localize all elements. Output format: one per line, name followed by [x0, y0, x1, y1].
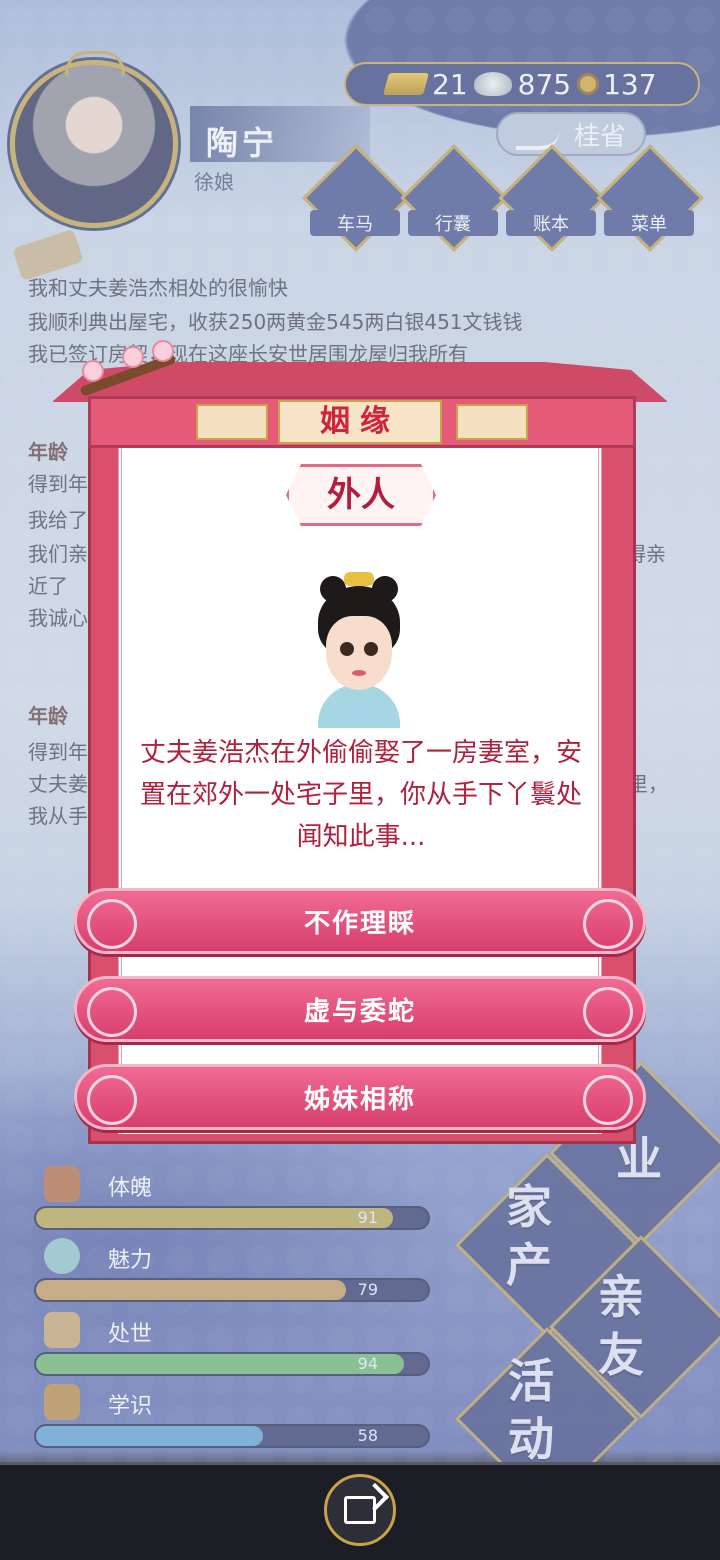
share-icon: [344, 1496, 376, 1524]
plum-blossom-icon: [68, 340, 188, 404]
choice-sisters-button[interactable]: 姊妹相称: [74, 1064, 646, 1130]
character-portrait: [300, 572, 418, 728]
choice-label: 不作理睬: [303, 908, 416, 939]
choice-feign-button[interactable]: 虚与委蛇: [74, 976, 646, 1042]
lattice-ornament: [456, 404, 528, 440]
modal-title: 姻缘: [320, 404, 400, 439]
lattice-ornament: [196, 404, 268, 440]
event-tag-text: 外人: [327, 475, 395, 515]
event-tag: 外人: [286, 464, 436, 526]
share-button[interactable]: [324, 1474, 396, 1546]
modal-title-box: 姻缘: [278, 400, 442, 444]
choice-ignore-button[interactable]: 不作理睬: [74, 888, 646, 954]
choice-label: 姊妹相称: [303, 1084, 416, 1115]
event-story: 丈夫姜浩杰在外偷偷娶了一房妻室，安置在郊外一处宅子里，你从手下丫鬟处闻知此事..…: [139, 738, 582, 852]
choice-label: 虚与委蛇: [303, 996, 416, 1027]
